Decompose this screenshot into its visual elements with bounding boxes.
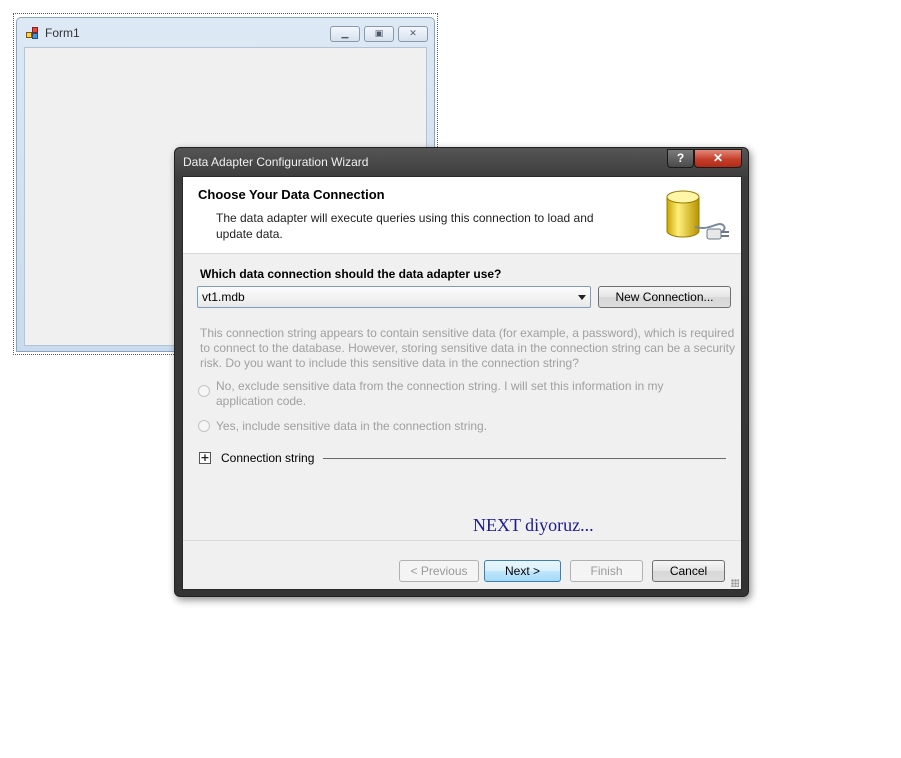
wizard-header: Choose Your Data Connection The data ada…	[183, 177, 741, 254]
annotation-text: NEXT diyoruz...	[473, 515, 594, 535]
footer-divider	[183, 540, 741, 541]
new-connection-button[interactable]: New Connection...	[598, 286, 731, 308]
divider	[323, 458, 726, 459]
connection-string-label[interactable]: Connection string	[221, 451, 314, 465]
radio-include-label: Yes, include sensitive data in the conne…	[216, 419, 488, 433]
sensitive-data-notice: This connection string appears to contai…	[200, 326, 735, 370]
wizard-client-area: Choose Your Data Connection The data ada…	[182, 176, 742, 590]
finish-button[interactable]: Finish	[570, 560, 643, 582]
help-button[interactable]: ?	[667, 149, 694, 168]
close-button[interactable]: ✕	[694, 149, 742, 168]
close-icon[interactable]: ✕	[398, 26, 428, 42]
previous-button[interactable]: < Previous	[399, 560, 479, 582]
page-description: The data adapter will execute queries us…	[216, 211, 594, 241]
page-title: Choose Your Data Connection	[198, 187, 385, 202]
wizard-title: Data Adapter Configuration Wizard	[183, 155, 369, 169]
connection-question-label: Which data connection should the data ad…	[200, 267, 502, 281]
resize-grip-icon[interactable]	[731, 579, 739, 587]
next-button[interactable]: Next >	[484, 560, 561, 582]
connection-select[interactable]: vt1.mdb	[197, 286, 591, 308]
maximize-icon[interactable]: ▣	[364, 26, 394, 42]
wizard-dialog: Data Adapter Configuration Wizard ? ✕ Ch…	[174, 147, 749, 597]
radio-include-sensitive[interactable]	[198, 420, 210, 432]
database-plug-icon	[666, 190, 729, 240]
chevron-down-icon[interactable]	[578, 295, 586, 300]
radio-exclude-sensitive[interactable]	[198, 385, 210, 397]
connection-select-value: vt1.mdb	[202, 290, 245, 304]
form-icon	[26, 26, 40, 40]
cancel-button[interactable]: Cancel	[652, 560, 725, 582]
minimize-icon[interactable]: ▁	[330, 26, 360, 42]
expand-icon[interactable]: +	[199, 452, 211, 464]
form1-title: Form1	[45, 26, 80, 40]
radio-exclude-label: No, exclude sensitive data from the conn…	[216, 379, 664, 408]
